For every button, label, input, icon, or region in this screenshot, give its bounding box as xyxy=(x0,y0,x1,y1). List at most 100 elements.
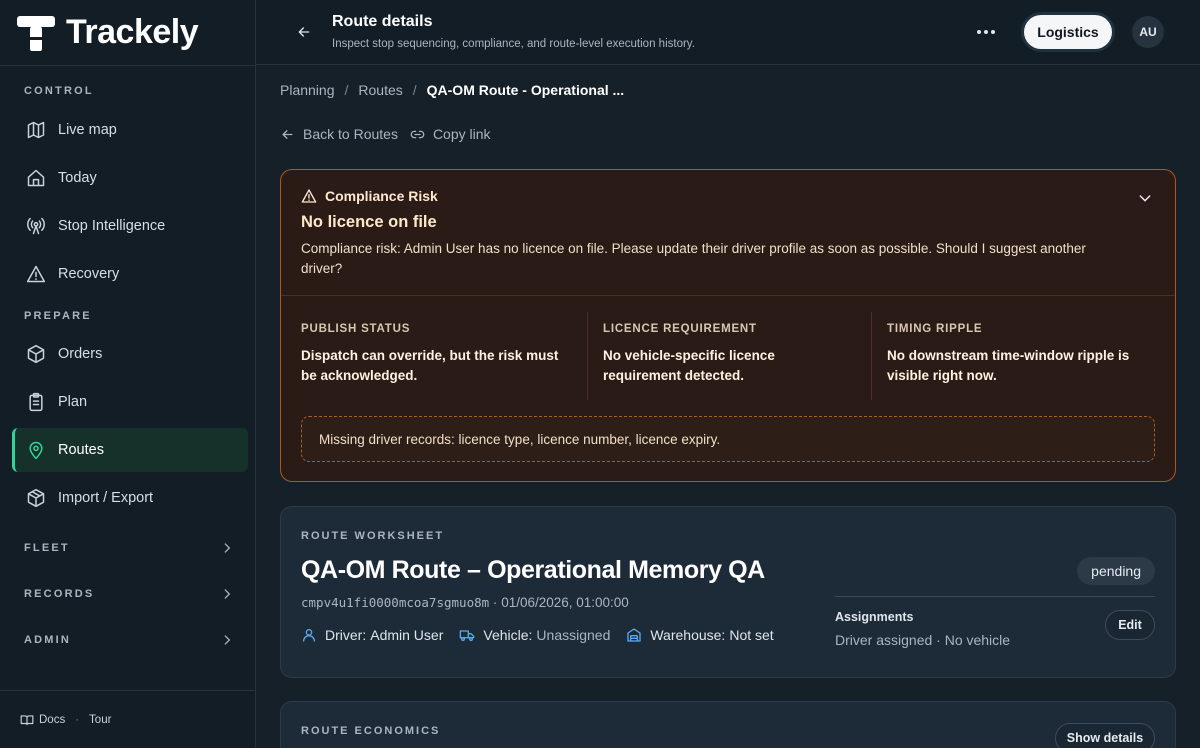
alert-label: Compliance Risk xyxy=(325,188,438,204)
warning-icon xyxy=(301,189,317,203)
more-options-icon[interactable] xyxy=(974,22,998,42)
chevron-down-icon[interactable] xyxy=(1137,190,1153,206)
sidebar-item-plan[interactable]: Plan xyxy=(12,380,248,424)
route-facts: Driver: Admin User Vehicle: Unassigned W… xyxy=(301,627,790,643)
metric-value: No vehicle-specific licence requirement … xyxy=(603,348,775,383)
driver-fact: Driver: Admin User xyxy=(301,627,443,643)
footer-separator: · xyxy=(75,713,80,726)
page-links: Back to Routes Copy link xyxy=(280,126,503,142)
metric-heading: LICENCE REQUIREMENT xyxy=(603,323,757,335)
meta-separator: · xyxy=(492,595,498,610)
assignments-value: Driver assigned · No vehicle xyxy=(835,632,1011,648)
chevron-right-icon xyxy=(224,543,231,553)
route-worksheet-card: ROUTE WORKSHEET QA-OM Route – Operationa… xyxy=(280,506,1176,678)
sidebar-item-label: Live map xyxy=(58,122,117,138)
map-icon xyxy=(27,121,45,139)
metric-separator xyxy=(587,312,588,400)
sidebar-item-label: Recovery xyxy=(58,266,120,282)
alert-title: No licence on file xyxy=(301,213,437,231)
user-icon xyxy=(303,629,315,642)
back-to-routes-link[interactable]: Back to Routes xyxy=(280,126,398,142)
missing-records-note: Missing driver records: licence type, li… xyxy=(301,416,1155,462)
page-subtitle: Inspect stop sequencing, compliance, and… xyxy=(332,38,695,50)
sidebar-item-orders[interactable]: Orders xyxy=(12,332,248,376)
card-kicker: ROUTE ECONOMICS xyxy=(301,725,441,737)
route-id: cmpv4u1fi0000mcoa7sgmuo8m xyxy=(301,595,490,610)
sidebar-item-stop-intelligence[interactable]: Stop Intelligence xyxy=(12,204,248,248)
alert-divider xyxy=(281,295,1175,296)
sidebar-footer: Docs · Tour xyxy=(0,690,255,748)
alert-message: Compliance risk: Admin User has no licen… xyxy=(301,241,1086,276)
copy-link-button[interactable]: Copy link xyxy=(410,126,491,142)
alert-header: Compliance Risk xyxy=(301,188,438,204)
chevron-right-icon xyxy=(224,635,231,645)
radio-tower-icon xyxy=(27,217,45,235)
sidebar-group-fleet[interactable]: FLEET xyxy=(12,532,244,564)
metric-timing-ripple: TIMING RIPPLE No downstream time-window … xyxy=(887,323,1157,386)
workspace-button[interactable]: Logistics xyxy=(1024,15,1112,49)
compliance-alert: Compliance Risk No licence on file Compl… xyxy=(280,169,1176,482)
clipboard-icon xyxy=(29,392,43,412)
sidebar-item-routes[interactable]: Routes xyxy=(12,428,248,472)
show-details-button[interactable]: Show details xyxy=(1055,723,1155,748)
sidebar-group-admin[interactable]: ADMIN xyxy=(12,624,244,656)
metric-publish-status: PUBLISH STATUS Dispatch can override, bu… xyxy=(301,323,571,386)
card-kicker: ROUTE WORKSHEET xyxy=(301,530,445,542)
metric-value: Dispatch can override, but the risk must… xyxy=(301,348,559,383)
docs-link[interactable]: Docs xyxy=(20,713,65,727)
sidebar-item-today[interactable]: Today xyxy=(12,156,248,200)
sidebar-item-label: Import / Export xyxy=(58,490,154,506)
warehouse-fact: Warehouse: Not set xyxy=(626,627,774,643)
assignments-divider xyxy=(835,596,1155,597)
sidebar: Trackely CONTROL Live map Today Stop Int… xyxy=(0,0,256,748)
breadcrumb-routes[interactable]: Routes xyxy=(358,82,402,98)
map-pin-icon xyxy=(29,441,43,460)
back-arrow-icon[interactable] xyxy=(296,24,312,40)
arrow-left-icon xyxy=(282,129,293,139)
sidebar-item-import-export[interactable]: Import / Export xyxy=(12,476,248,520)
home-icon xyxy=(27,169,45,187)
box-icon xyxy=(27,344,45,364)
sidebar-item-label: Stop Intelligence xyxy=(58,218,166,234)
sidebar-item-label: Today xyxy=(58,170,97,186)
route-datetime: 01/06/2026, 01:00:00 xyxy=(501,595,629,610)
package-icon xyxy=(27,488,45,508)
brand-logo-icon xyxy=(17,15,55,51)
metric-separator xyxy=(871,312,872,400)
breadcrumb-separator: / xyxy=(344,82,349,98)
assignments-title: Assignments xyxy=(835,610,914,624)
breadcrumb-planning[interactable]: Planning xyxy=(280,82,335,98)
metric-heading: TIMING RIPPLE xyxy=(887,323,983,335)
metric-heading: PUBLISH STATUS xyxy=(301,323,411,335)
route-economics-card: ROUTE ECONOMICS Show details xyxy=(280,701,1176,748)
sidebar-item-label: Orders xyxy=(58,346,103,362)
sidebar-item-live-map[interactable]: Live map xyxy=(12,108,248,152)
page-title: Route details xyxy=(332,13,433,30)
edit-button[interactable]: Edit xyxy=(1105,610,1155,640)
sidebar-item-label: Plan xyxy=(58,394,88,410)
metric-value: No downstream time-window ripple is visi… xyxy=(887,348,1130,383)
sidebar-item-label: Routes xyxy=(58,442,104,458)
book-icon xyxy=(20,714,34,725)
truck-icon xyxy=(460,630,475,641)
vehicle-fact: Vehicle: Unassigned xyxy=(459,627,610,643)
chevron-right-icon xyxy=(224,589,231,599)
breadcrumb-current: QA-OM Route - Operational ... xyxy=(426,82,625,98)
breadcrumb: Planning / Routes / QA-OM Route - Operat… xyxy=(280,82,624,98)
brand-name: Trackely xyxy=(66,13,199,51)
link-icon xyxy=(410,130,425,138)
status-badge: pending xyxy=(1077,557,1155,585)
warning-triangle-icon xyxy=(26,265,46,283)
section-prepare-label: PREPARE xyxy=(24,310,92,322)
route-title: QA-OM Route – Operational Memory QA xyxy=(301,556,765,584)
route-meta: cmpv4u1fi0000mcoa7sgmuo8m · 01/06/2026, … xyxy=(301,595,629,610)
warehouse-icon xyxy=(627,628,642,642)
tour-link[interactable]: Tour xyxy=(89,714,111,726)
section-control-label: CONTROL xyxy=(24,85,94,97)
avatar[interactable]: AU xyxy=(1132,16,1164,48)
breadcrumb-separator: / xyxy=(412,82,417,98)
topbar: Route details Inspect stop sequencing, c… xyxy=(256,0,1200,65)
brand[interactable]: Trackely xyxy=(0,0,255,66)
sidebar-group-records[interactable]: RECORDS xyxy=(12,578,244,610)
sidebar-item-recovery[interactable]: Recovery xyxy=(12,252,248,296)
